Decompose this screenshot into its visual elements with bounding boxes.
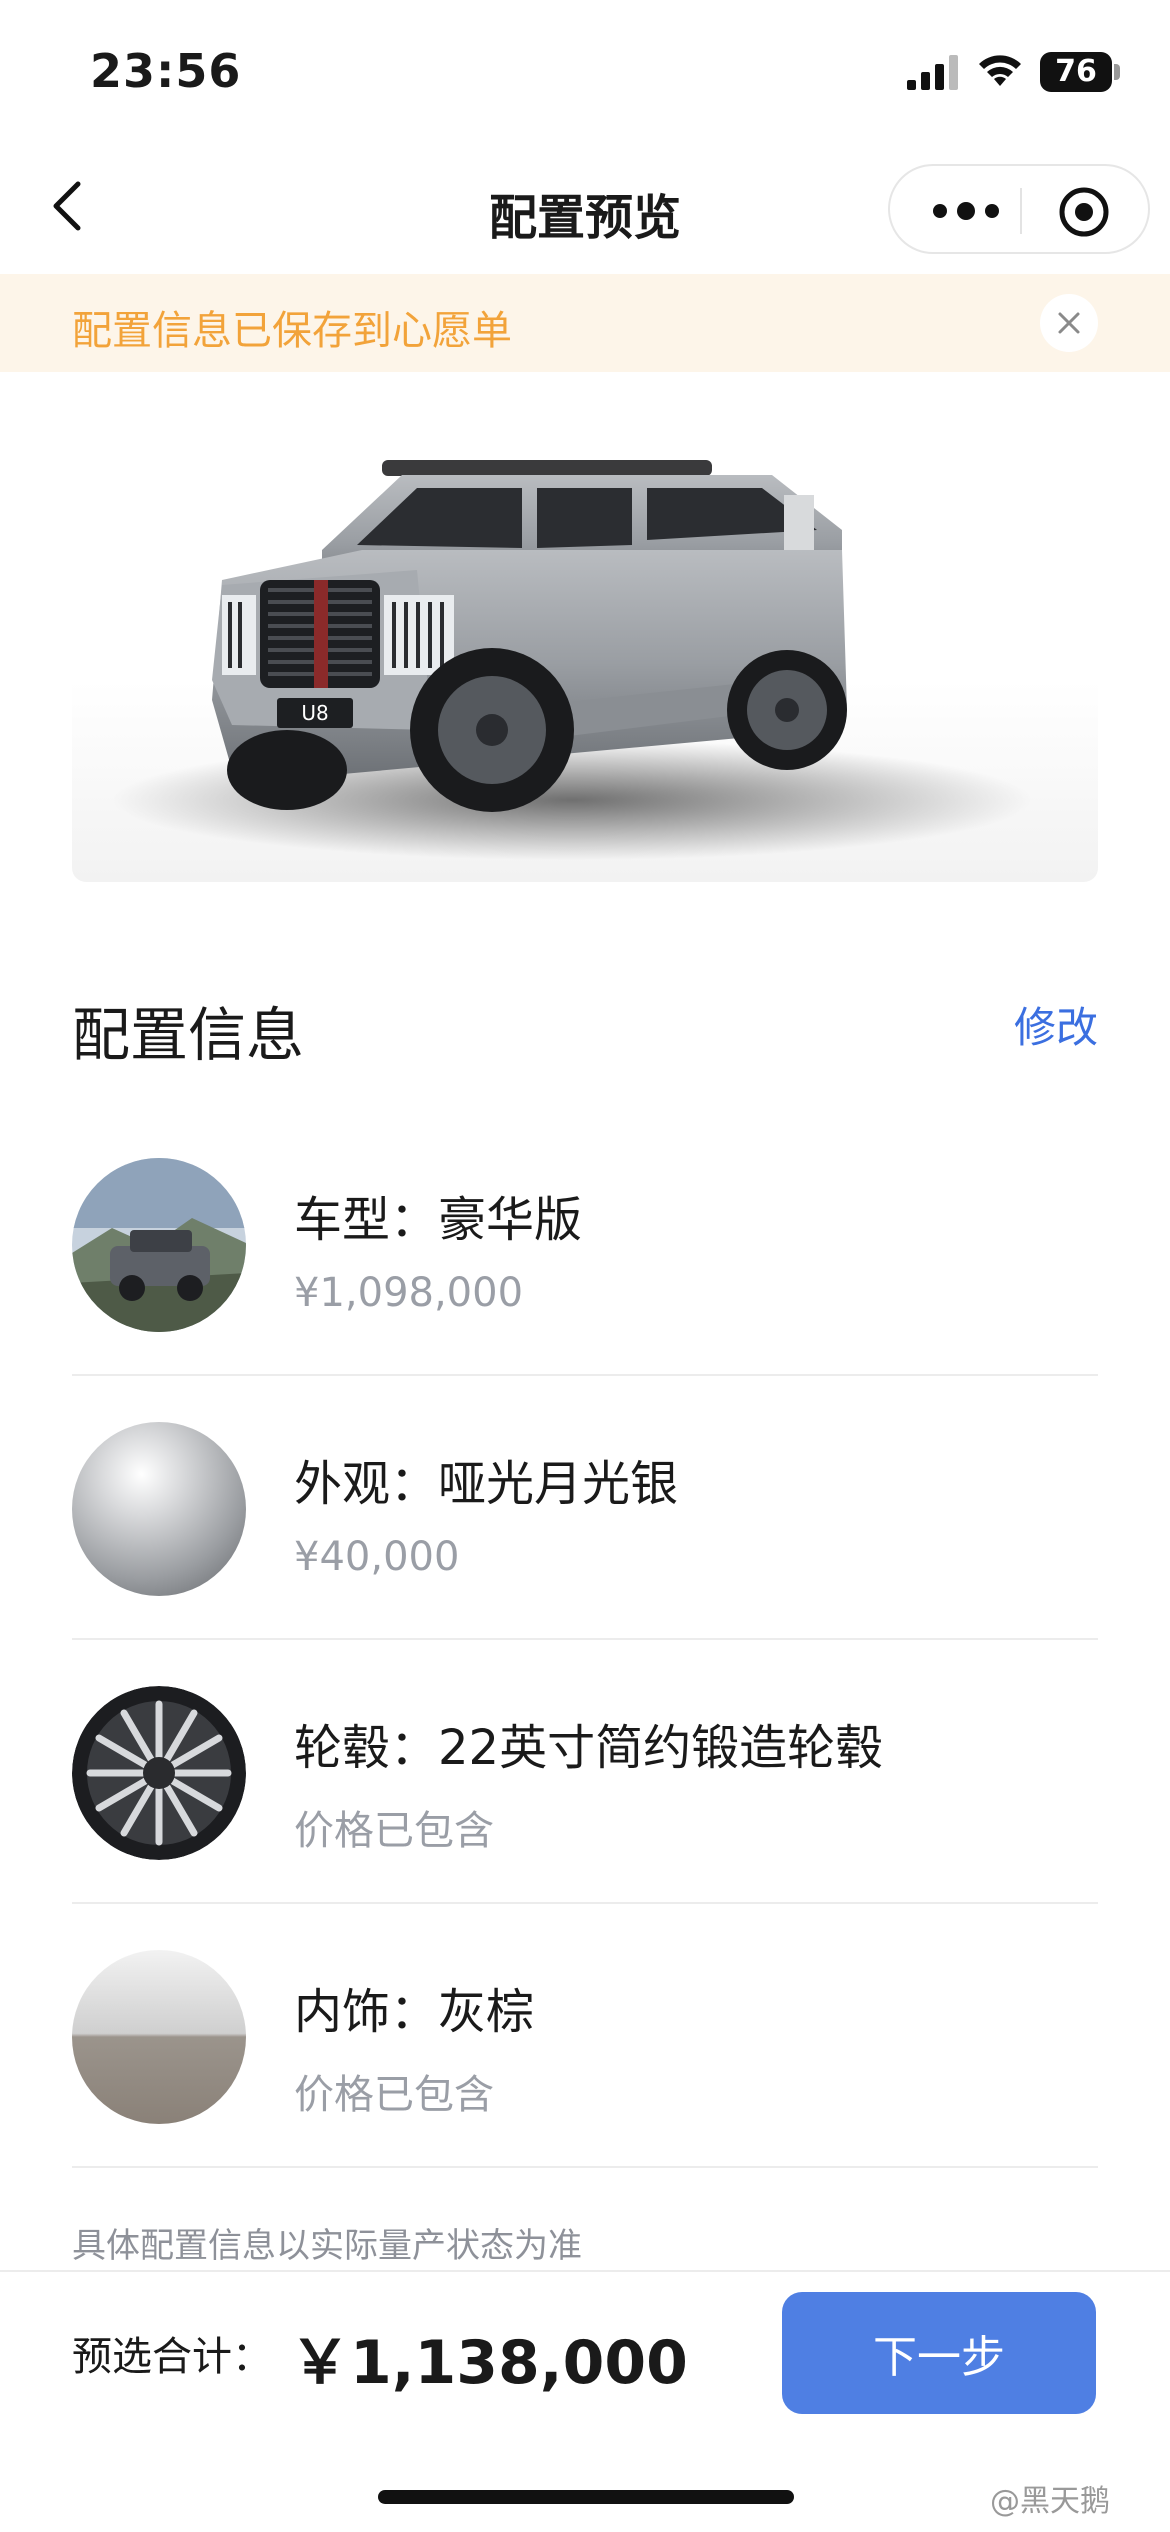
config-item-price: ¥1,098,000 [294, 1270, 524, 1316]
notice-bar: 配置信息已保存到心愿单 [0, 274, 1170, 372]
cellular-signal-icon [907, 55, 958, 90]
plate-text: U8 [301, 701, 328, 725]
disclaimer-text: 具体配置信息以实际量产状态为准 [72, 2226, 582, 2266]
config-item-title: 轮毂：22英寸简约锻造轮毂 [294, 1720, 884, 1776]
notice-text: 配置信息已保存到心愿单 [72, 308, 512, 354]
section-title: 配置信息 [72, 1001, 305, 1069]
home-indicator[interactable] [378, 2490, 794, 2504]
wheel-thumbnail [72, 1686, 246, 1860]
status-time: 23:56 [90, 44, 242, 98]
front-wheel [410, 648, 574, 812]
edit-link[interactable]: 修改 [1014, 994, 1098, 1055]
notice-close-button[interactable] [1040, 294, 1098, 352]
config-item-title: 内饰：灰棕 [294, 1984, 535, 2040]
rear-wheel [727, 650, 847, 770]
close-miniprogram-icon[interactable] [1058, 186, 1110, 238]
car-preview-image: U8 [72, 380, 1098, 882]
weibo-watermark: @黑天鹅 [990, 2484, 1110, 2519]
config-item-title: 外观：哑光月光银 [294, 1456, 679, 1512]
config-item-model[interactable]: 车型：豪华版 ¥1,098,000 [72, 1112, 1098, 1376]
close-icon [1058, 312, 1080, 334]
battery-tip [1114, 64, 1120, 80]
capsule-divider [1020, 188, 1022, 234]
config-item-title: 车型：豪华版 [294, 1192, 583, 1248]
exterior-color-swatch [72, 1422, 246, 1596]
wifi-icon [979, 55, 1021, 86]
next-step-button[interactable]: 下一步 [782, 2292, 1096, 2414]
config-item-price: 价格已包含 [294, 2072, 494, 2118]
model-thumbnail [72, 1158, 246, 1332]
miniprogram-capsule [888, 164, 1150, 254]
suv-illustration: U8 [112, 460, 1032, 860]
interior-color-swatch [72, 1950, 246, 2124]
nav-bar: 配置预览 [0, 140, 1170, 274]
front-left-wheel [227, 730, 347, 810]
status-bar: 23:56 76 [0, 0, 1170, 140]
config-item-wheels[interactable]: 轮毂：22英寸简约锻造轮毂 价格已包含 [72, 1640, 1098, 1904]
more-icon[interactable] [930, 194, 1002, 228]
total-price: ￥1,138,000 [290, 2328, 688, 2398]
config-item-price: 价格已包含 [294, 1808, 494, 1854]
battery-icon: 76 [1040, 52, 1112, 92]
config-item-interior[interactable]: 内饰：灰棕 价格已包含 [72, 1904, 1098, 2168]
total-label: 预选合计： [72, 2334, 272, 2380]
config-item-exterior[interactable]: 外观：哑光月光银 ¥40,000 [72, 1376, 1098, 1640]
config-item-price: ¥40,000 [294, 1534, 460, 1580]
